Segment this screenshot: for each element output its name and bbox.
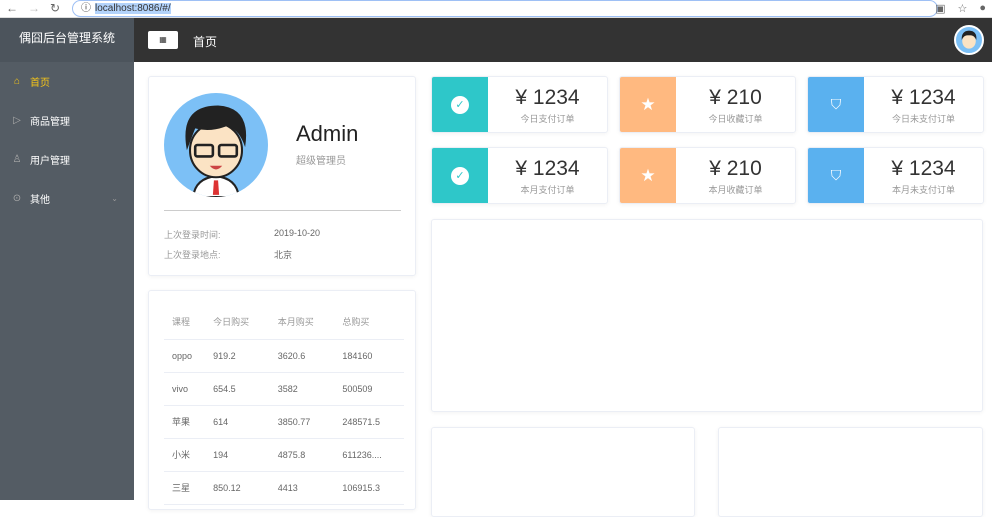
stat-label: 本月未支付订单 (891, 185, 955, 195)
profile-avatar (164, 93, 268, 197)
table-cell: 500509 (334, 372, 404, 406)
profile-card: Admin 超级管理员 上次登录时间: 2019-10-20 上次登录地点: 北京 (148, 76, 416, 276)
table-row: 小米 194 4875.8 611236.... (164, 438, 404, 472)
chevron-down-icon: ⌄ (111, 194, 118, 203)
table-cell: 106915.3 (334, 471, 404, 505)
user-icon: ♙ (12, 154, 22, 165)
stat-label: 本月支付订单 (520, 185, 575, 195)
sidebar-item-label: 首页 (30, 78, 50, 89)
play-circle-icon: ▷ (13, 115, 21, 126)
stat-card: ⛉ ¥ 1234 本月未支付订单 (807, 147, 984, 204)
table-row: 苹果 614 3850.77 248571.5 (164, 405, 404, 439)
shopping-bag-icon: ⛉ (808, 77, 864, 132)
stat-card: ⛉ ¥ 1234 今日未支付订单 (807, 76, 984, 133)
info-label: 上次登录时间: (164, 230, 221, 240)
table-cell: 苹果 (164, 405, 206, 439)
table-row: oppo 919.2 3620.6 184160 (164, 339, 404, 373)
stat-value: ¥ 1234 (515, 86, 580, 109)
info-icon: ⓘ (81, 3, 91, 14)
table-cell: 611236.... (334, 438, 404, 472)
info-value: 2019-10-20 (274, 228, 321, 238)
sidebar: 偶囧后台管理系统 ⌂ 首页 ▷ 商品管理 ♙ 用户管理 ⊙ 其他 ⌄ (0, 18, 134, 500)
table-cell: 4875.8 (269, 438, 335, 472)
sidebar-item-label: 商品管理 (30, 117, 70, 128)
location-icon: ⊙ (12, 193, 22, 204)
table-row: vivo 654.5 3582 500509 (164, 372, 404, 406)
reload-icon[interactable]: ↻ (50, 1, 60, 15)
table-cell: 4413 (269, 471, 335, 505)
sidebar-item-products[interactable]: ▷ 商品管理 (0, 101, 134, 140)
back-icon[interactable]: ← (6, 1, 18, 15)
star-icon: ★ (620, 148, 676, 203)
profile-name: Admin (296, 121, 359, 146)
stat-value: ¥ 1234 (891, 157, 956, 180)
table-row: 三星 850.12 4413 106915.3 (164, 471, 404, 505)
browser-toolbar: ← → ↻ ⓘ localhost:8086/#/ ▣ ☆ ● (0, 0, 992, 18)
stat-card: ✓ ¥ 1234 今日支付订单 (431, 76, 608, 133)
stat-value: ¥ 210 (709, 157, 762, 180)
purchase-table-card: 课程 今日购买 本月购买 总购买 oppo 919.2 3620.6 184160 vi… (148, 290, 416, 510)
table-cell: 919.2 (205, 339, 270, 373)
sidebar-item-label: 用户管理 (30, 156, 70, 167)
top-header: ▦ 首页 (134, 18, 992, 62)
check-circle-icon: ✓ (432, 148, 488, 203)
stat-label: 今日支付订单 (520, 114, 575, 124)
stat-card: ✓ ¥ 1234 本月支付订单 (431, 147, 608, 204)
check-circle-icon: ✓ (432, 77, 488, 132)
table-cell: 184160 (334, 339, 404, 373)
profile-role: 超级管理员 (296, 156, 346, 167)
column-header: 课程 (164, 305, 206, 340)
info-label: 上次登录地点: (164, 250, 221, 260)
table-cell: 248571.5 (334, 405, 404, 439)
address-bar[interactable]: ⓘ localhost:8086/#/ (72, 0, 938, 17)
table-cell: vivo (164, 372, 206, 406)
forward-icon[interactable]: → (28, 1, 40, 15)
table-cell: 3850.77 (269, 405, 335, 439)
table-cell: 194 (205, 438, 270, 472)
translate-icon[interactable]: ▣ (935, 2, 945, 15)
column-header: 总购买 (334, 305, 404, 340)
account-icon[interactable]: ● (979, 2, 986, 15)
breadcrumb: 首页 (193, 35, 218, 49)
info-value: 北京 (274, 250, 293, 260)
stat-value: ¥ 210 (709, 86, 762, 109)
table-cell: 850.12 (205, 471, 270, 505)
table-cell: 614 (205, 405, 270, 439)
url-text: localhost:8086/#/ (95, 3, 171, 14)
last-login-place: 上次登录地点: 北京 (164, 248, 292, 261)
chart-card-main (431, 219, 983, 412)
column-header: 今日购买 (205, 305, 270, 340)
stat-value: ¥ 1234 (891, 86, 956, 109)
divider (164, 210, 401, 211)
last-login-time: 上次登录时间: 2019-10-20 (164, 228, 320, 241)
table-cell: 三星 (164, 471, 206, 505)
chart-card-right (718, 427, 983, 517)
sidebar-item-users[interactable]: ♙ 用户管理 (0, 140, 134, 179)
shopping-bag-icon: ⛉ (808, 148, 864, 203)
home-icon: ⌂ (13, 76, 21, 87)
table-cell: 654.5 (205, 372, 270, 406)
stat-card: ★ ¥ 210 今日收藏订单 (619, 76, 796, 133)
stat-value: ¥ 1234 (515, 157, 580, 180)
sidebar-item-home[interactable]: ⌂ 首页 (0, 62, 134, 101)
stat-label: 本月收藏订单 (708, 185, 763, 195)
menu-toggle-button[interactable]: ▦ (148, 31, 178, 49)
chart-card-left (431, 427, 695, 517)
stat-label: 今日收藏订单 (708, 114, 763, 124)
stat-card: ★ ¥ 210 本月收藏订单 (619, 147, 796, 204)
table-header-row: 课程 今日购买 本月购买 总购买 (164, 305, 404, 340)
user-avatar[interactable] (954, 25, 984, 55)
bookmark-star-icon[interactable]: ☆ (957, 2, 967, 15)
table-cell: oppo (164, 339, 206, 373)
table-cell: 3620.6 (269, 339, 335, 373)
table-cell: 小米 (164, 438, 206, 472)
table-cell: 3582 (269, 372, 335, 406)
column-header: 本月购买 (269, 305, 335, 340)
stat-label: 今日未支付订单 (891, 114, 955, 124)
sidebar-item-other[interactable]: ⊙ 其他 ⌄ (0, 179, 134, 218)
sidebar-item-label: 其他 (30, 195, 50, 206)
star-icon: ★ (620, 77, 676, 132)
app-title: 偶囧后台管理系统 (0, 18, 134, 62)
purchase-table: 课程 今日购买 本月购买 总购买 oppo 919.2 3620.6 184160 vi… (164, 305, 404, 505)
